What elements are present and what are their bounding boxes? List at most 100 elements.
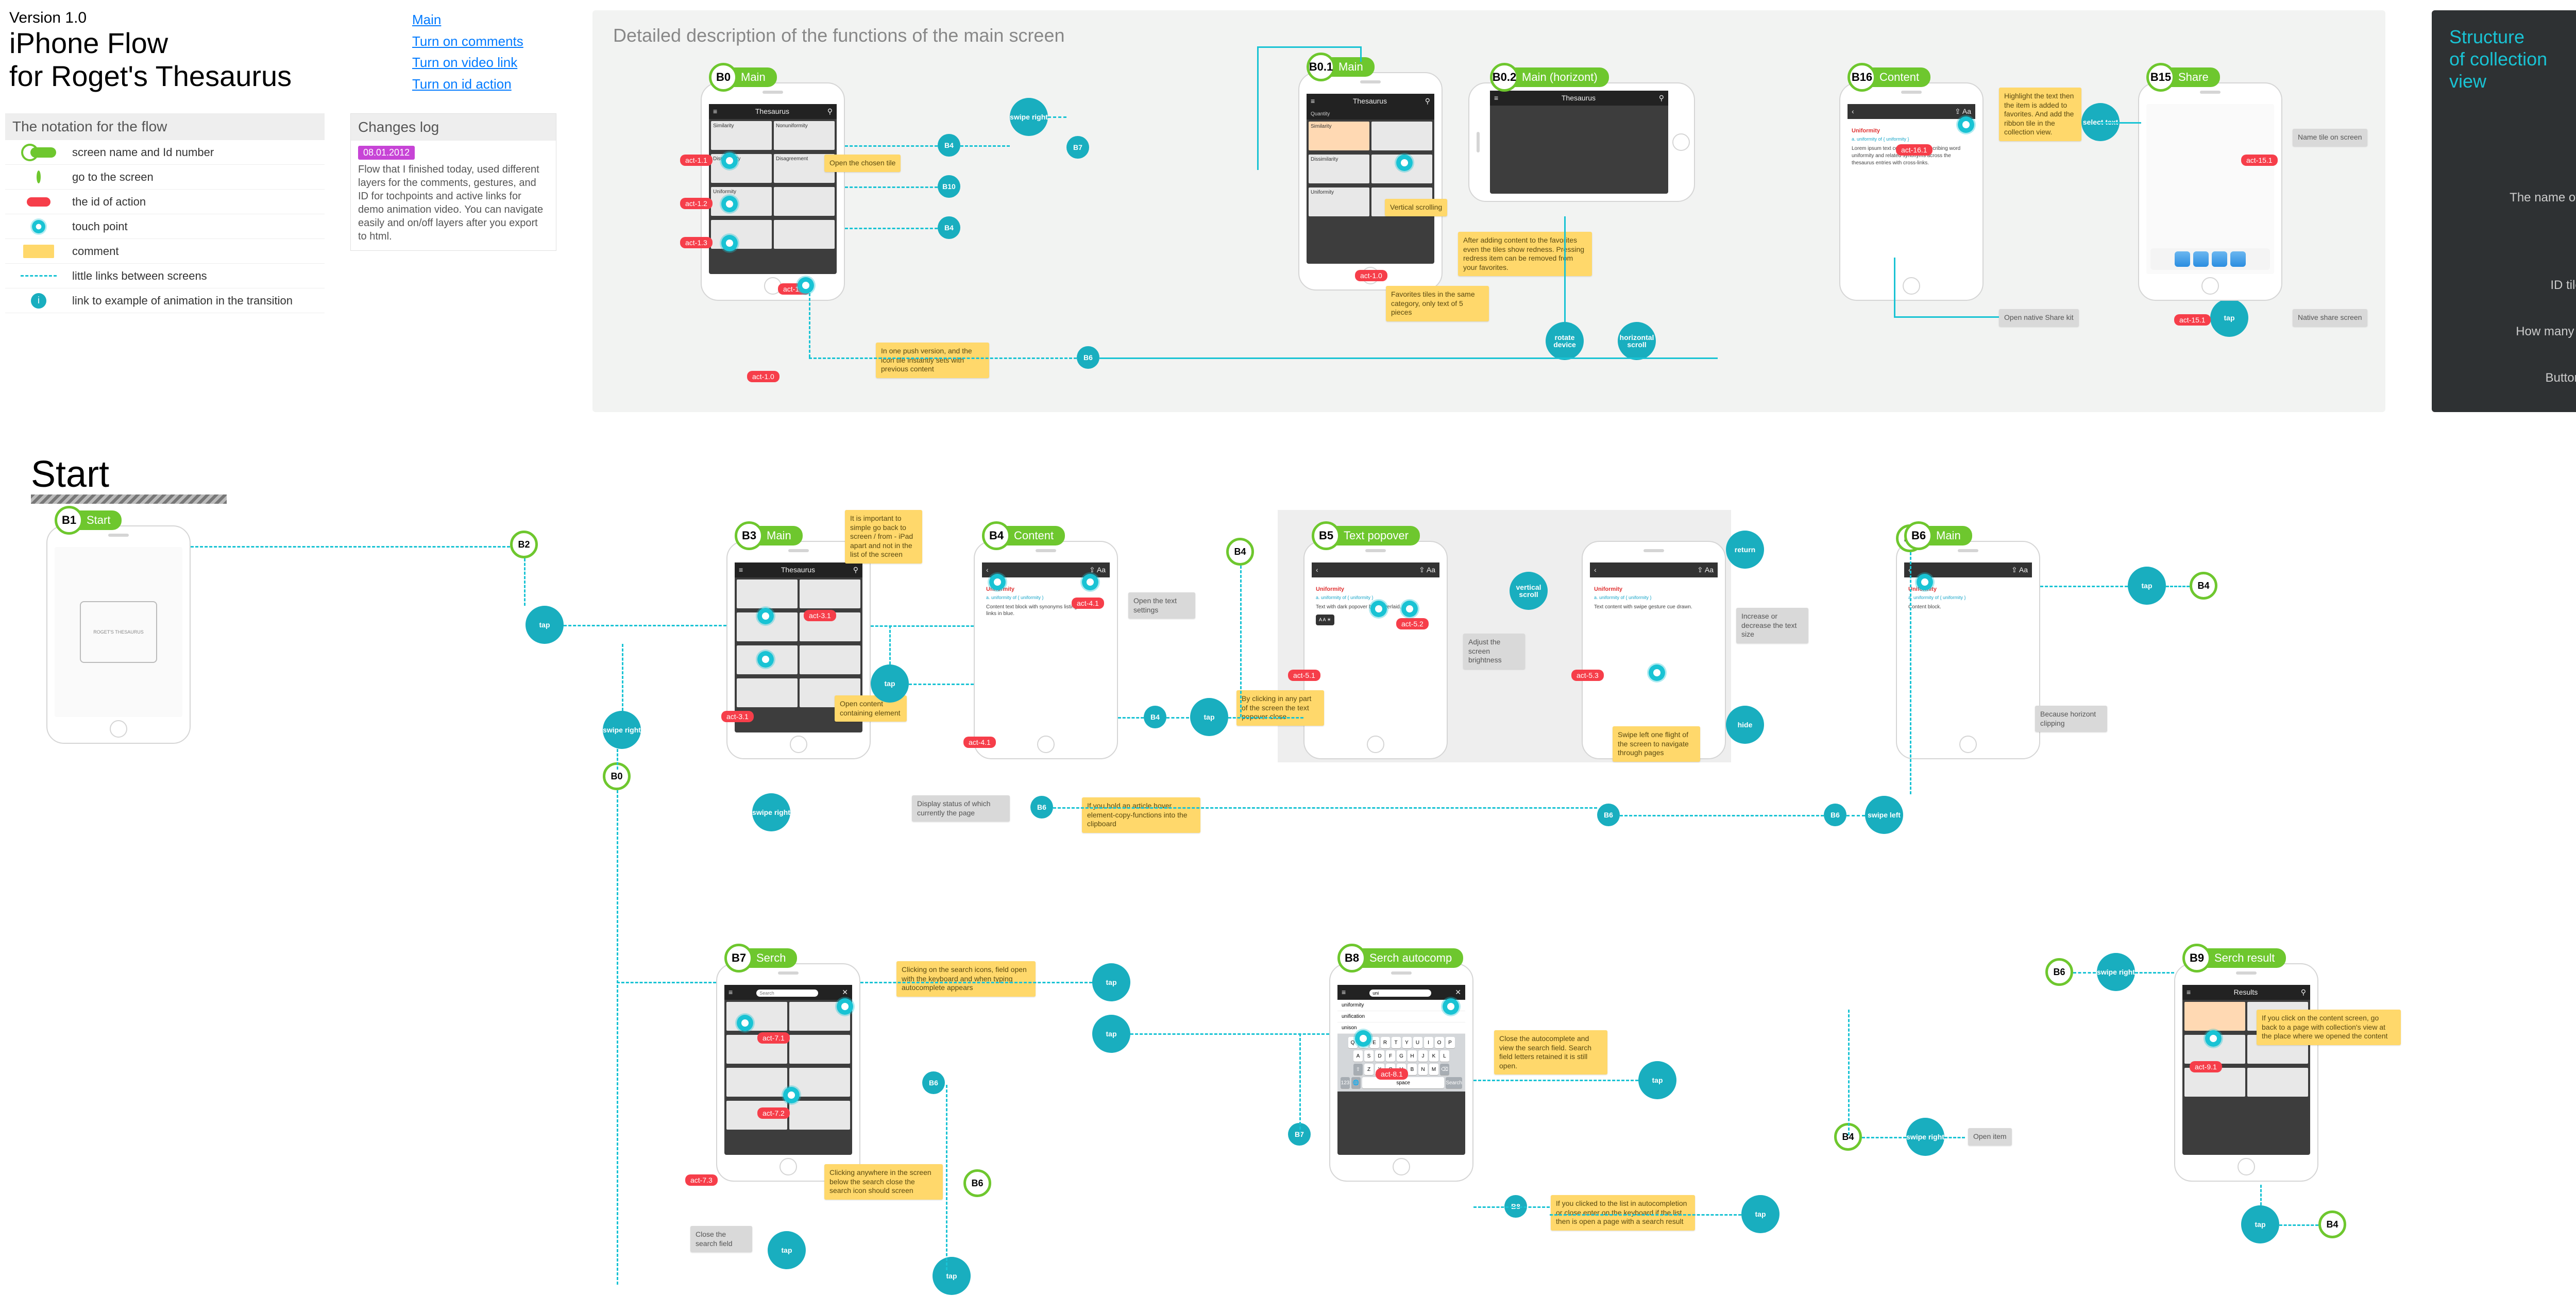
node-b6[interactable]: B6 [922,1071,945,1094]
node-tap[interactable]: tap [1638,1061,1676,1099]
touchpoint[interactable] [757,608,774,624]
node-tap[interactable]: tap [526,606,564,644]
home-button-icon[interactable] [790,736,807,753]
screen-id-badge: B8 [1337,944,1366,973]
node-tap[interactable]: tap [1741,1195,1780,1233]
node-b4[interactable]: B4 [938,134,960,157]
search-input[interactable] [756,990,818,997]
goto-b4[interactable]: B4 [1226,538,1254,566]
goto-b6[interactable]: B6 [963,1169,991,1197]
home-button-icon[interactable] [1959,736,1977,753]
node-b7[interactable]: B7 [1066,136,1089,159]
node-b6[interactable]: B6 [1077,346,1099,369]
goto-b4[interactable]: B4 [2190,572,2217,600]
touchpoint[interactable] [1370,601,1387,617]
home-button-icon[interactable] [1672,133,1690,151]
comment-note: Adjust the screen brightness [1463,634,1525,669]
node-tap[interactable]: tap [1092,1015,1130,1053]
share-option-icon[interactable] [2230,251,2246,267]
link-main[interactable]: Main [412,9,523,31]
touchpoint[interactable] [2205,1030,2222,1047]
detail-header: Detailed description of the functions of… [592,10,2385,61]
connector [617,749,618,770]
node-tap[interactable]: tap [2241,1205,2279,1243]
connector [1910,552,1911,794]
node-b6[interactable]: B6 [1824,804,1846,826]
home-button-icon[interactable] [1367,736,1384,753]
touchpoint[interactable] [1082,574,1098,590]
touchpoint[interactable] [1355,1030,1371,1047]
link-id-action[interactable]: Turn on id action [412,74,523,95]
node-tap[interactable]: tap [2210,299,2248,337]
node-hide[interactable]: hide [1726,706,1764,744]
touchpoint[interactable] [757,651,774,668]
node-scroll[interactable]: vertical scroll [1510,572,1548,610]
node-tap[interactable]: tap [1092,963,1130,1001]
share-option-icon[interactable] [2175,251,2190,267]
touchpoint[interactable] [721,196,738,212]
node-swipe-left[interactable]: swipe left [1865,796,1903,834]
struct-label-idtiles: ID tiles (only Thesaurus) [2550,278,2576,293]
home-button-icon[interactable] [1393,1158,1410,1175]
node-b4b[interactable]: B4 [938,216,960,239]
share-sheet[interactable] [2150,248,2270,270]
touchpoint[interactable] [837,998,853,1015]
goto-b2[interactable]: B2 [510,531,538,558]
node-b6[interactable]: B6 [1030,796,1053,818]
node-b10[interactable]: B10 [938,175,960,198]
node-swipe[interactable]: swipe right [603,711,641,749]
link-video[interactable]: Turn on video link [412,52,523,74]
connector [2100,122,2141,124]
touchpoint[interactable] [721,235,738,251]
link-comments[interactable]: Turn on comments [412,31,523,53]
goto-b6[interactable]: B6 [2045,958,2073,986]
search-input[interactable] [1369,990,1431,997]
connector [524,558,526,606]
screen-b15: B15Share [2138,82,2282,301]
node-b6[interactable]: B6 [1597,804,1620,826]
home-button-icon[interactable] [2201,277,2219,295]
node-rotate[interactable]: rotate device [1546,322,1584,360]
node-tap[interactable]: tap [1190,698,1228,736]
link-line-icon [21,275,57,277]
comment-note: If you hold an article hover element-cop… [1082,797,1200,833]
example-link-icon: i [31,293,46,309]
touchpoint[interactable] [989,574,1006,590]
node-tap[interactable]: tap [768,1231,806,1269]
touchpoint[interactable] [798,277,814,294]
touchpoint[interactable] [1649,664,1665,681]
home-button-icon[interactable] [779,1158,797,1175]
node-tap[interactable]: tap [2128,567,2166,605]
home-button-icon[interactable] [110,720,127,738]
touchpoint[interactable] [1917,574,1933,590]
touchpoint[interactable] [1958,116,1974,133]
node-swipe-right[interactable]: swipe right [1010,98,1048,136]
comment-note: Swipe left one flight of the screen to n… [1613,726,1700,762]
node-swipe[interactable]: swipe right [752,793,790,831]
node-return[interactable]: return [1726,531,1764,569]
share-option-icon[interactable] [2193,251,2209,267]
notation-row-comment: comment [5,239,325,264]
touchpoint[interactable] [1401,601,1418,617]
home-button-icon[interactable] [1903,277,1920,295]
home-button-icon[interactable] [1037,736,1055,753]
touchpoint[interactable] [783,1087,800,1103]
node-b4[interactable]: B4 [1144,706,1166,728]
share-option-icon[interactable] [2212,251,2227,267]
node-swipe[interactable]: swipe right [1906,1118,1944,1156]
touchpoint[interactable] [721,152,738,169]
node-tap[interactable]: tap [933,1257,971,1295]
node-hscroll[interactable]: horizontal scroll [1618,322,1656,360]
connector [1620,815,1824,816]
screen-id-icon [21,144,56,161]
home-button-icon[interactable] [2238,1158,2255,1175]
screen-id-badge: B15 [2146,63,2175,92]
touchpoint[interactable] [1396,155,1413,171]
changes-header: Changes log [351,114,556,141]
touchpoint[interactable] [1443,998,1459,1015]
touchpoint[interactable] [737,1015,753,1031]
node-swipe[interactable]: swipe right [2097,953,2135,991]
goto-b4[interactable]: B4 [2318,1210,2346,1238]
node-tap[interactable]: tap [871,664,909,703]
comment-note: If you click on the content screen, go b… [2257,1010,2401,1045]
